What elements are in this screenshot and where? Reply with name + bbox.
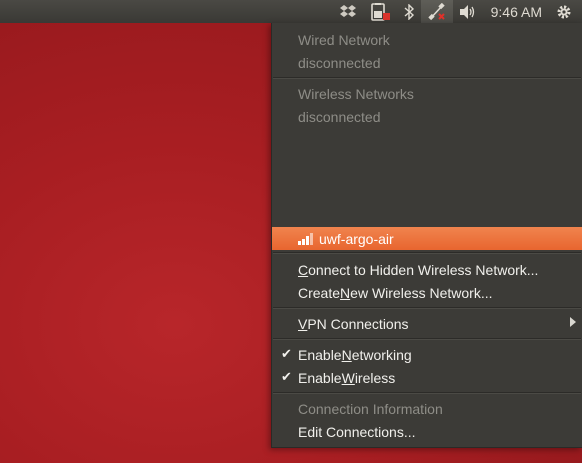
menu-separator [273,77,581,79]
network-menu: Wired Network disconnected Wireless Netw… [271,23,582,448]
submenu-arrow-icon [570,317,576,327]
item-label: PN Connections [307,315,409,332]
create-new-network-item[interactable]: Create New Wireless Network... [272,281,582,304]
gear-icon [557,5,571,18]
network-ssid: uwf-argo-air [319,230,394,247]
volume-icon [459,4,474,19]
wireless-network-item[interactable]: uwf-argo-air [272,227,582,250]
item-label: etworking [351,346,412,363]
menu-separator [273,252,581,254]
dropbox-indicator[interactable] [333,0,363,23]
dropbox-icon [339,4,356,17]
connection-information-item: Connection Information [298,400,443,417]
network-indicator[interactable] [420,0,453,23]
clock-indicator[interactable]: 9:46 AM [483,0,550,23]
battery-indicator[interactable] [363,0,397,23]
menu-separator [273,338,581,340]
network-disconnected-icon [427,2,445,20]
mnemonic: N [340,284,351,301]
checkmark-icon: ✔ [281,346,292,361]
wired-network-header: Wired Network [298,31,390,48]
battery-alert-icon [370,2,390,21]
item-label: Create [298,284,341,301]
wifi-signal-icon [298,232,314,245]
edit-connections-item[interactable]: Edit Connections... [272,420,582,443]
item-label: ew Wireless Network... [350,284,493,301]
session-indicator[interactable] [550,0,578,23]
enable-wireless-item[interactable]: ✔ Enable Wireless [272,366,582,389]
mnemonic: W [341,369,355,386]
wired-network-status: disconnected [298,54,381,71]
mnemonic: V [298,315,308,332]
wireless-networks-header: Wireless Networks [298,85,414,102]
item-label: Enable [298,346,342,363]
item-label: onnect to Hidden Wireless Network... [308,261,539,278]
item-label: Enable [298,369,342,386]
checkmark-icon: ✔ [281,369,292,384]
mnemonic: C [298,261,309,278]
item-label: ireless [354,369,396,386]
mnemonic: N [341,346,352,363]
connect-hidden-network-item[interactable]: Connect to Hidden Wireless Network... [272,258,582,281]
sound-indicator[interactable] [453,0,483,23]
vpn-connections-item[interactable]: V PN Connections [272,312,582,335]
wireless-networks-status: disconnected [298,108,381,125]
menu-separator [273,392,581,394]
enable-networking-item[interactable]: ✔ Enable Networking [272,343,582,366]
top-panel: 9:46 AM [0,0,582,23]
bluetooth-icon [404,3,414,20]
menu-separator [273,307,581,309]
bluetooth-indicator[interactable] [397,0,421,23]
